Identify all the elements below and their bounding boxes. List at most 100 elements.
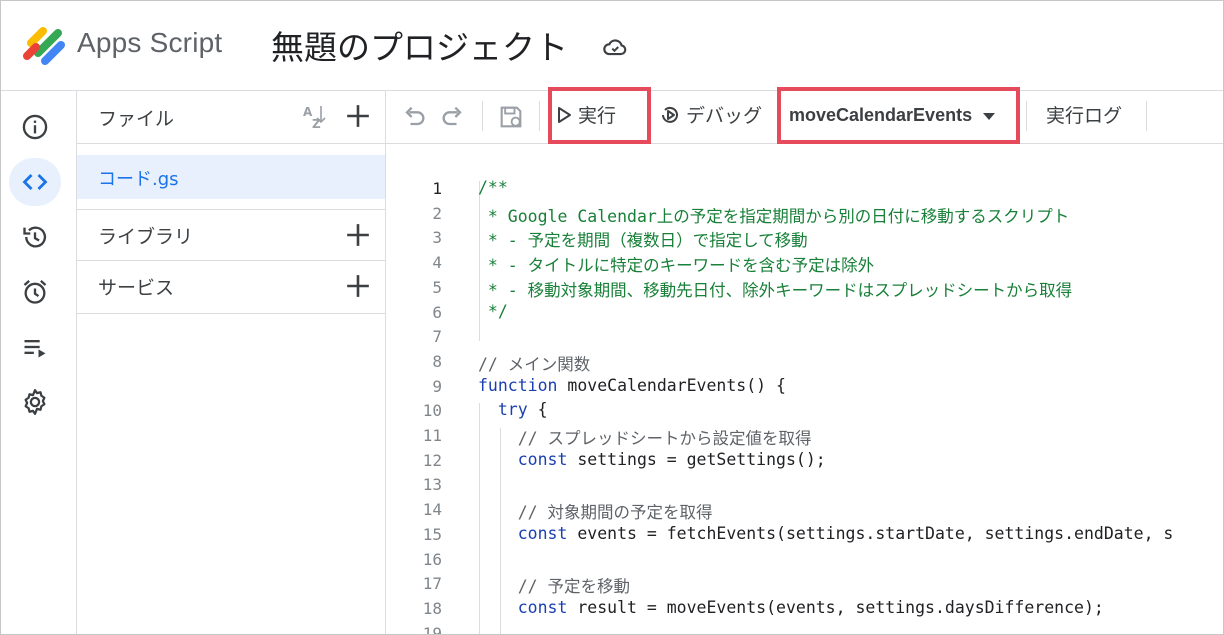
line-number: 19 <box>422 624 442 635</box>
line-number: 11 <box>422 426 442 445</box>
toolbar-divider <box>1026 101 1027 131</box>
app-header: Apps Script 無題のプロジェクト <box>1 1 1223 91</box>
debug-label: デバッグ <box>686 105 763 127</box>
project-title[interactable]: 無題のプロジェクト <box>271 21 568 69</box>
code-line: /** <box>478 178 508 197</box>
code-text: // 予定を移動 <box>478 577 631 596</box>
apps-script-logo-icon[interactable] <box>21 23 69 67</box>
svg-text:Z: Z <box>312 117 321 131</box>
file-item-code-gs[interactable]: コード.gs <box>77 155 385 199</box>
code-text: * - タイトルに特定のキーワードを含む予定は除外 <box>478 256 875 275</box>
executions-list-icon <box>24 340 46 358</box>
code-text: */ <box>478 302 508 321</box>
code-text: * - 予定を期間（複数日）で指定して移動 <box>478 231 808 250</box>
sort-az-icon[interactable]: A Z <box>299 102 329 132</box>
line-number: 17 <box>422 574 442 593</box>
line-number: 9 <box>432 377 442 396</box>
code-line: // スプレッドシートから設定値を取得 <box>478 425 812 449</box>
toolbar-divider <box>1146 101 1147 131</box>
executions-nav-button[interactable] <box>9 323 61 371</box>
function-select-highlight <box>777 87 1020 144</box>
save-icon[interactable] <box>497 103 525 131</box>
add-file-plus-icon[interactable] <box>345 103 371 129</box>
code-line: // 対象期間の予定を取得 <box>478 499 713 523</box>
run-button-highlight <box>548 87 651 144</box>
settings-nav-button[interactable] <box>9 378 61 426</box>
code-line: try { <box>478 400 548 419</box>
line-number: 12 <box>422 451 442 470</box>
file-name: コード.gs <box>98 169 179 190</box>
code-icon <box>22 174 48 190</box>
code-line: * - タイトルに特定のキーワードを含む予定は除外 <box>478 252 874 276</box>
history-icon <box>23 226 47 248</box>
code-line: // メイン関数 <box>478 351 590 375</box>
code-line: function moveCalendarEvents() { <box>478 376 786 395</box>
code-line: * - 移動対象期間、移動先日付、除外キーワードはスプレッドシートから取得 <box>478 277 1072 301</box>
line-number: 15 <box>422 525 442 544</box>
gear-icon <box>24 389 46 415</box>
code-keyword: function <box>478 376 558 395</box>
line-number: 3 <box>432 228 442 247</box>
add-service-plus-icon[interactable] <box>345 273 371 299</box>
editor-nav-button[interactable] <box>9 158 61 206</box>
code-editor[interactable]: 1 /** 2 * Google Calendar上の予定を指定期間から別の日付に移… <box>386 144 1223 635</box>
toolbar-divider <box>482 101 483 131</box>
code-text: moveCalendarEvents() { <box>557 376 786 395</box>
code-text: result = moveEvents(events, settings.day… <box>567 598 1104 617</box>
alarm-icon <box>23 280 47 304</box>
line-number: 13 <box>422 475 442 494</box>
line-number: 4 <box>432 253 442 272</box>
line-number: 1 <box>432 179 442 198</box>
line-number: 8 <box>432 352 442 371</box>
code-line: const events = fetchEvents(settings.star… <box>478 524 1174 543</box>
code-keyword: const <box>478 598 568 617</box>
history-nav-button[interactable] <box>9 213 61 261</box>
code-text: // メイン関数 <box>478 355 591 374</box>
libraries-label: ライブラリ <box>98 226 194 248</box>
code-keyword: const <box>478 450 568 469</box>
code-line: const result = moveEvents(events, settin… <box>478 598 1104 617</box>
code-text: // 対象期間の予定を取得 <box>478 503 713 522</box>
code-text: * Google Calendar上の予定を指定期間から別の日付に移動するスクリ… <box>478 207 1070 226</box>
line-number: 6 <box>432 303 442 322</box>
toolbar-divider <box>539 101 540 131</box>
app-brand-name: Apps Script <box>77 27 223 58</box>
code-text: * - 移動対象期間、移動先日付、除外キーワードはスプレッドシートから取得 <box>478 281 1073 300</box>
execution-log-button[interactable]: 実行ログ <box>1046 101 1122 128</box>
libraries-section: ライブラリ <box>77 209 385 261</box>
line-number: 16 <box>422 550 442 569</box>
code-line: * - 予定を期間（複数日）で指定して移動 <box>478 227 808 251</box>
code-text: settings = getSettings(); <box>567 450 826 469</box>
cloud-saved-icon <box>603 39 627 56</box>
code-text: /** <box>478 178 508 197</box>
overview-nav-button[interactable] <box>9 103 61 151</box>
code-keyword: const <box>478 524 568 543</box>
apps-script-window: Apps Script 無題のプロジェクト ファイル A Z コード.gs ライ… <box>0 0 1224 635</box>
code-line: */ <box>478 302 508 321</box>
services-label: サービス <box>98 277 175 299</box>
info-icon <box>22 114 48 140</box>
line-number: 18 <box>422 599 442 618</box>
debug-icon <box>662 106 678 123</box>
code-line: * Google Calendar上の予定を指定期間から別の日付に移動するスクリ… <box>478 203 1069 227</box>
line-number: 2 <box>432 204 442 223</box>
redo-icon[interactable] <box>439 103 467 131</box>
files-panel: ファイル A Z コード.gs ライブラリ サービス <box>77 91 386 634</box>
line-number: 5 <box>432 278 442 297</box>
line-number: 7 <box>432 327 442 346</box>
code-line: // 予定を移動 <box>478 573 630 597</box>
code-keyword: try <box>478 400 528 419</box>
services-section: サービス <box>77 261 385 314</box>
add-library-plus-icon[interactable] <box>345 222 371 248</box>
files-label: ファイル <box>98 108 175 130</box>
triggers-nav-button[interactable] <box>9 268 61 316</box>
code-line: const settings = getSettings(); <box>478 450 826 469</box>
files-section-header: ファイル A Z <box>77 91 385 144</box>
code-text: events = fetchEvents(settings.startDate,… <box>567 524 1174 543</box>
left-nav-rail <box>1 91 77 634</box>
code-text: { <box>527 400 548 419</box>
debug-button[interactable]: デバッグ <box>658 101 762 128</box>
undo-icon[interactable] <box>400 103 428 131</box>
line-number: 14 <box>422 500 442 519</box>
line-number: 10 <box>422 401 442 420</box>
